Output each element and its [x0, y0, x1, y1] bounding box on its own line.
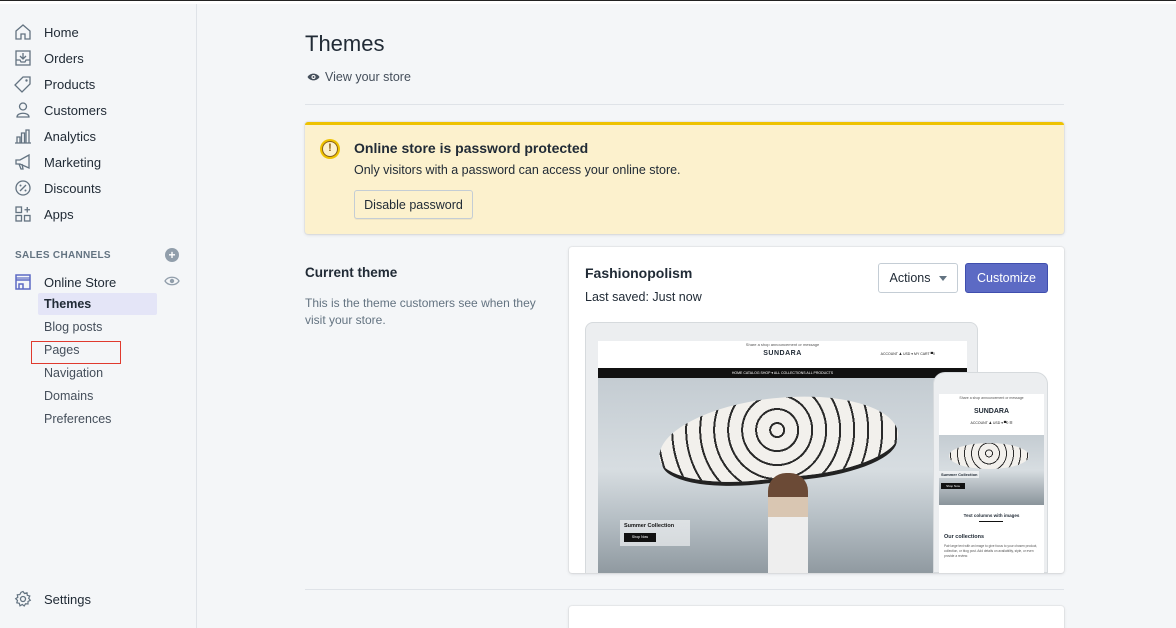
text-columns-heading: Text columns with images — [963, 513, 1020, 518]
orders-icon — [14, 49, 32, 67]
sidebar: Home Orders Products Customers Analytics… — [0, 4, 197, 628]
caret-down-icon — [938, 275, 947, 281]
mobile-hero: Summer Collection Shop Now — [939, 435, 1044, 505]
disable-password-button[interactable]: Disable password — [354, 190, 473, 219]
sidebar-sub-preferences[interactable]: Preferences — [38, 408, 157, 430]
sidebar-item-label: Online Store — [44, 274, 117, 290]
warning-icon: ! — [320, 139, 340, 159]
mobile-shop-button: Shop Now — [941, 483, 965, 489]
sidebar-item-label: Products — [44, 76, 96, 92]
eye-icon — [307, 73, 320, 81]
person-icon — [14, 101, 32, 119]
last-saved-text: Last saved: Just now — [585, 290, 702, 304]
sidebar-item-settings[interactable]: Settings — [0, 587, 197, 611]
mobile-announcement: Share a shop announcement or message — [959, 396, 1024, 400]
divider — [305, 104, 1064, 105]
hero-title: Summer Collection — [624, 523, 675, 529]
store-nav: HOME CATALOG SHOP ▾ ALL COLLECTIONS ALL … — [598, 368, 967, 378]
our-collections-heading: Our collections — [944, 534, 985, 540]
apps-icon — [14, 205, 32, 223]
view-store-link[interactable]: View your store — [307, 70, 411, 84]
hero-image: Summer Collection Shop Now — [598, 378, 967, 573]
discount-icon — [14, 179, 32, 197]
theme-library-card — [569, 606, 1064, 628]
sidebar-item-label: Orders — [44, 50, 84, 66]
sidebar-item-analytics[interactable]: Analytics — [0, 124, 197, 148]
tag-icon — [14, 75, 32, 93]
sidebar-item-discounts[interactable]: Discounts — [0, 176, 197, 200]
announcement-bar: Share a shop announcement or message — [745, 342, 820, 347]
sidebar-item-home[interactable]: Home — [0, 20, 197, 44]
sidebar-item-label: Apps — [44, 206, 74, 222]
sidebar-item-marketing[interactable]: Marketing — [0, 150, 197, 174]
password-banner: ! Online store is password protected Onl… — [305, 122, 1064, 234]
customize-button[interactable]: Customize — [965, 263, 1048, 293]
sales-channels-heading: SALES CHANNELS — [15, 250, 111, 261]
sidebar-item-apps[interactable]: Apps — [0, 202, 197, 226]
current-theme-heading: Current theme — [305, 265, 398, 280]
desktop-screen: Share a shop announcement or message SUN… — [598, 341, 967, 573]
theme-card: Fashionopolism Last saved: Just now Acti… — [569, 247, 1064, 573]
divider — [979, 521, 1003, 522]
theme-preview[interactable]: Share a shop announcement or message SUN… — [585, 322, 1048, 573]
sidebar-item-products[interactable]: Products — [0, 72, 197, 96]
sidebar-sub-blog-posts[interactable]: Blog posts — [38, 316, 157, 338]
pages-highlight-box — [31, 341, 121, 364]
divider — [305, 589, 1064, 590]
sidebar-item-label: Customers — [44, 102, 107, 118]
theme-name: Fashionopolism — [585, 265, 693, 281]
add-channel-icon[interactable]: + — [165, 248, 179, 262]
mobile-brand: SUNDARA — [974, 408, 1009, 415]
actions-label: Actions — [889, 271, 931, 285]
sidebar-item-orders[interactable]: Orders — [0, 46, 197, 70]
sidebar-item-label: Discounts — [44, 180, 102, 196]
towel-shape — [949, 443, 1029, 469]
collections-description: Pair large text with an image to give fo… — [944, 544, 1038, 558]
home-icon — [14, 23, 32, 41]
sidebar-item-customers[interactable]: Customers — [0, 98, 197, 122]
banner-title: Online store is password protected — [354, 140, 589, 156]
banner-text: Only visitors with a password can access… — [354, 163, 681, 177]
page-title: Themes — [305, 31, 385, 56]
current-theme-description: This is the theme customers see when the… — [305, 296, 536, 327]
eye-icon[interactable] — [164, 274, 180, 288]
hero-shop-button: Shop Now — [624, 533, 656, 542]
store-icon — [14, 273, 32, 291]
sidebar-item-label: Analytics — [44, 128, 97, 144]
sidebar-item-label: Marketing — [44, 154, 102, 170]
mobile-preview: Share a shop announcement or message SUN… — [933, 372, 1048, 573]
sidebar-item-label: Settings — [44, 591, 91, 607]
sidebar-sub-domains[interactable]: Domains — [38, 385, 157, 407]
sidebar-sub-navigation[interactable]: Navigation — [38, 362, 157, 384]
bar-chart-icon — [14, 127, 32, 145]
account-links: ACCOUNT ♟ USD ▾ MY CART ▀0 — [880, 352, 935, 356]
sidebar-sub-themes[interactable]: Themes — [38, 293, 157, 315]
hero-caption: Summer Collection Shop Now — [620, 520, 690, 546]
actions-dropdown-button[interactable]: Actions — [878, 263, 958, 293]
desktop-preview: Share a shop announcement or message SUN… — [585, 322, 978, 573]
person-shape — [768, 473, 808, 573]
megaphone-icon — [14, 153, 32, 171]
mobile-icons: ACCOUNT ♟ USD ▾ ▀0 ☰ — [970, 421, 1013, 425]
mobile-screen: Share a shop announcement or message SUN… — [939, 394, 1044, 573]
sidebar-item-label: Home — [44, 24, 79, 40]
gear-icon — [14, 590, 32, 608]
mobile-hero-title: Summer Collection — [939, 471, 980, 478]
view-store-label: View your store — [325, 70, 411, 84]
